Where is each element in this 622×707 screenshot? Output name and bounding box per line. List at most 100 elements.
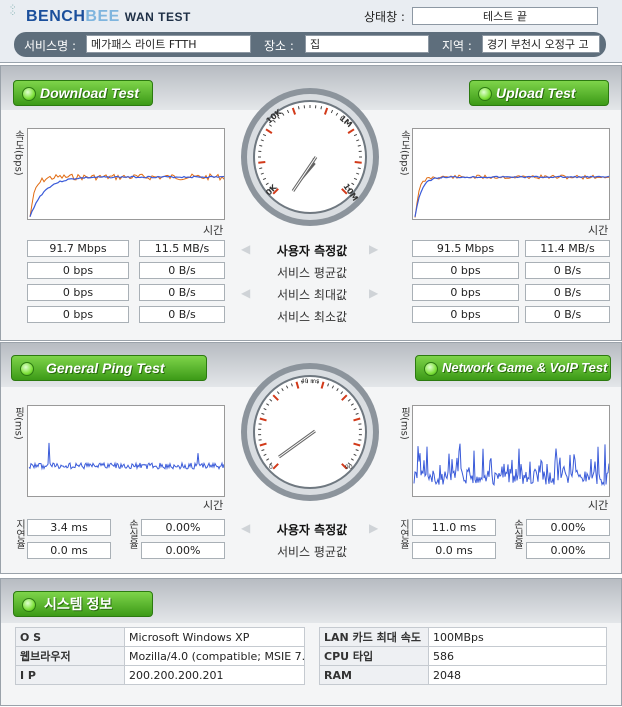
upload-max-bps: 0 bps — [412, 284, 519, 301]
upload-speed-chart — [412, 128, 610, 220]
led-icon — [478, 87, 492, 101]
game-avg-loss: 0.00% — [526, 542, 610, 559]
upload-max-bytes: 0 B/s — [525, 284, 610, 301]
download-user-bps: 91.7 Mbps — [27, 240, 129, 257]
benchbee-logo: BENCHBEE WAN TEST — [26, 8, 191, 25]
ping-label-user-measured: 사용자 측정값 — [276, 523, 348, 537]
gauge-label-0: 0 — [269, 464, 273, 471]
download-chart-xlabel: 시간 — [203, 224, 224, 237]
table-row: LAN 카드 최대 속도 100MBps — [319, 627, 607, 647]
right-arrow-icon: ▶ — [369, 286, 379, 300]
game-user-loss: 0.00% — [526, 519, 610, 536]
place-label: 장소 : — [264, 39, 294, 53]
download-user-bytes: 11.5 MB/s — [139, 240, 225, 257]
table-row: CPU 타입 586 — [319, 646, 607, 666]
upload-test-button[interactable]: Upload Test — [469, 80, 609, 106]
game-avg-latency: 0.0 ms — [412, 542, 496, 559]
game-chart-xlabel: 시간 — [588, 499, 609, 512]
upload-user-bps: 91.5 Mbps — [412, 240, 519, 257]
speed-gauge: 0K 10K 1M 10M — [241, 88, 379, 226]
ping-chart-xlabel: 시간 — [203, 499, 224, 512]
table-row: 웹브라우저 Mozilla/4.0 (compatible; MSIE 7.0; — [15, 646, 305, 666]
cpu-key: CPU 타입 — [319, 646, 429, 666]
upload-avg-bytes: 0 B/s — [525, 262, 610, 279]
upload-chart-xlabel: 시간 — [588, 224, 609, 237]
left-arrow-icon: ◀ — [241, 286, 251, 300]
browser-key: 웹브라우저 — [15, 646, 125, 666]
download-max-bytes: 0 B/s — [139, 284, 225, 301]
ping-avg-latency: 0.0 ms — [27, 542, 111, 559]
upload-user-bytes: 11.4 MB/s — [525, 240, 610, 257]
lan-speed-key: LAN 카드 최대 속도 — [319, 627, 429, 647]
general-ping-test-button[interactable]: General Ping Test — [11, 355, 207, 381]
ip-key: I P — [15, 665, 125, 685]
right-arrow-icon: ▶ — [369, 242, 379, 256]
ping-gauge: 40 ms 0 90 — [241, 363, 379, 501]
system-info-button[interactable]: 시스템 정보 — [13, 591, 153, 617]
game-user-latency: 11.0 ms — [412, 519, 496, 536]
latency-label-right: 지연율 — [397, 519, 409, 549]
os-value: Microsoft Windows XP — [124, 627, 305, 647]
download-avg-bytes: 0 B/s — [139, 262, 225, 279]
latency-label-left: 지연율 — [13, 519, 25, 549]
service-name-field[interactable]: 메가패스 라이트 FTTH — [86, 35, 251, 53]
ping-test-section: General Ping Test Network Game & VoIP Te… — [0, 342, 622, 574]
label-service-max: 서비스 최대값 — [276, 288, 348, 302]
ip-value: 200.200.200.201 — [124, 665, 305, 685]
download-min-bps: 0 bps — [27, 306, 129, 323]
os-key: O S — [15, 627, 125, 647]
system-info-table-left: O S Microsoft Windows XP 웹브라우저 Mozilla/4… — [15, 627, 305, 685]
led-icon — [22, 87, 36, 101]
region-field[interactable]: 경기 부천시 오정구 고 — [482, 35, 600, 53]
led-icon — [22, 598, 36, 612]
upload-min-bps: 0 bps — [412, 306, 519, 323]
ram-value: 2048 — [428, 665, 607, 685]
table-row: RAM 2048 — [319, 665, 607, 685]
upload-avg-bps: 0 bps — [412, 262, 519, 279]
ping-user-loss: 0.00% — [141, 519, 225, 536]
ping-avg-loss: 0.00% — [141, 542, 225, 559]
download-min-bytes: 0 B/s — [139, 306, 225, 323]
loss-label-left: 손실율 — [126, 519, 138, 549]
left-arrow-icon: ◀ — [241, 242, 251, 256]
download-avg-bps: 0 bps — [27, 262, 129, 279]
label-service-average: 서비스 평균값 — [276, 266, 348, 280]
status-label: 상태창 : — [364, 10, 405, 24]
right-arrow-icon: ▶ — [369, 521, 379, 535]
system-info-section: 시스템 정보 O S Microsoft Windows XP 웹브라우저 Mo… — [0, 578, 622, 706]
lan-speed-value: 100MBps — [428, 627, 607, 647]
region-label: 지역 : — [442, 39, 472, 53]
place-field[interactable]: 집 — [305, 35, 429, 53]
general-ping-chart — [27, 405, 225, 497]
ping-label-service-average: 서비스 평균값 — [276, 545, 348, 559]
app-header: ⁘ ⁘ BENCHBEE WAN TEST 상태창 : 테스트 끝 서비스명 : 메… — [0, 0, 622, 63]
gauge-label-40ms: 40 ms — [301, 378, 320, 385]
ping-chart-ylabel: 핑(ms) — [12, 407, 24, 440]
table-row: I P 200.200.200.201 — [15, 665, 305, 685]
left-arrow-icon: ◀ — [241, 521, 251, 535]
logo-dots-icon: ⁘ ⁘ — [9, 3, 17, 19]
download-test-button[interactable]: Download Test — [13, 80, 153, 106]
download-chart-ylabel: 속도(bps) — [12, 130, 24, 176]
system-info-table-right: LAN 카드 최대 속도 100MBps CPU 타입 586 RAM 2048 — [319, 627, 607, 685]
label-service-min: 서비스 최소값 — [276, 310, 348, 324]
table-row: O S Microsoft Windows XP — [15, 627, 305, 647]
download-speed-chart — [27, 128, 225, 220]
upload-min-bytes: 0 B/s — [525, 306, 610, 323]
loss-label-right: 손실율 — [511, 519, 523, 549]
ping-user-latency: 3.4 ms — [27, 519, 111, 536]
label-user-measured: 사용자 측정값 — [276, 244, 348, 258]
network-game-voip-test-button[interactable]: Network Game & VoIP Test — [415, 355, 611, 381]
led-icon — [20, 362, 34, 376]
ram-key: RAM — [319, 665, 429, 685]
game-voip-ping-chart — [412, 405, 610, 497]
cpu-value: 586 — [428, 646, 607, 666]
led-icon — [424, 362, 438, 376]
speed-test-section: Download Test Upload Test 0K 10K 1M 10M … — [0, 65, 622, 341]
gauge-label-90: 90 — [345, 464, 353, 471]
game-chart-ylabel: 핑(ms) — [398, 407, 410, 440]
download-max-bps: 0 bps — [27, 284, 129, 301]
service-label: 서비스명 : — [24, 39, 77, 53]
status-field: 테스트 끝 — [412, 7, 598, 25]
upload-chart-ylabel: 속도(bps) — [398, 130, 410, 176]
